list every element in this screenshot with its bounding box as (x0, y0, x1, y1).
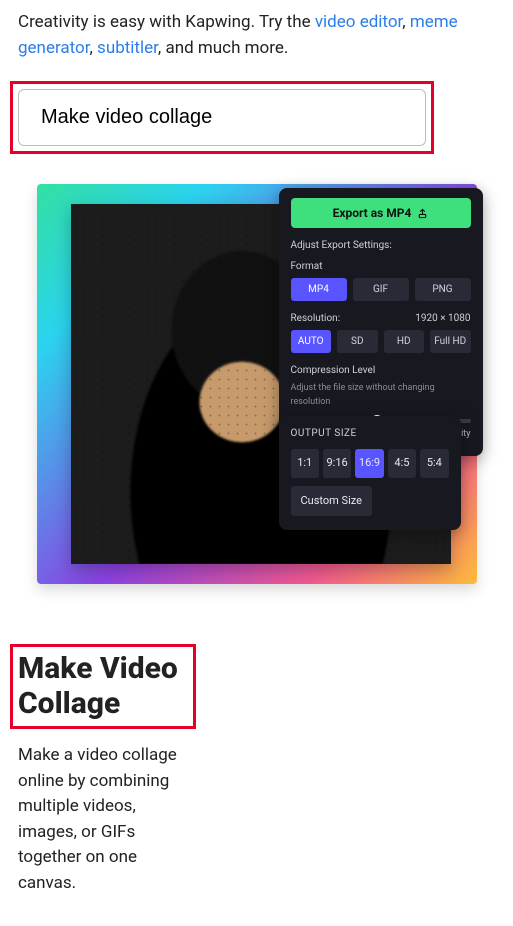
custom-size-button[interactable]: Custom Size (291, 486, 372, 517)
res-fullhd[interactable]: Full HD (430, 330, 471, 353)
export-button[interactable]: Export as MP4 (291, 198, 471, 228)
intro-text: Creativity is easy with Kapwing. Try the… (18, 10, 495, 61)
format-gif[interactable]: GIF (353, 278, 409, 301)
section-heading-highlight: Make Video Collage (10, 644, 196, 729)
section-heading: Make Video Collage (18, 652, 188, 721)
output-size-panel: OUTPUT SIZE 1:1 9:16 16:9 4:5 5:4 Custom… (279, 416, 461, 530)
ratio-5-4[interactable]: 5:4 (420, 449, 448, 478)
format-png[interactable]: PNG (415, 278, 471, 301)
make-video-collage-button[interactable]: Make video collage (18, 89, 426, 146)
format-mp4[interactable]: MP4 (291, 278, 347, 301)
export-button-label: Export as MP4 (333, 204, 412, 222)
link-video-editor[interactable]: video editor (315, 12, 402, 32)
share-icon (417, 208, 428, 219)
ratio-16-9[interactable]: 16:9 (355, 449, 383, 478)
ratio-1-1[interactable]: 1:1 (291, 449, 319, 478)
intro-prefix: Creativity is easy with Kapwing. Try the (18, 12, 315, 32)
compression-sub: Adjust the file size without changing re… (291, 382, 471, 409)
ratio-row: 1:1 9:16 16:9 4:5 5:4 (291, 449, 449, 478)
resolution-value: 1920 × 1080 (415, 311, 470, 326)
ratio-4-5[interactable]: 4:5 (388, 449, 416, 478)
cta-highlight: Make video collage (10, 81, 434, 154)
hero-illustration: Export as MP4 Adjust Export Settings: Fo… (37, 184, 477, 584)
compression-label: Compression Level (291, 363, 471, 378)
res-sd[interactable]: SD (337, 330, 378, 353)
format-label: Format (291, 259, 471, 274)
resolution-row: AUTO SD HD Full HD (291, 330, 471, 353)
settings-label: Adjust Export Settings: (291, 238, 471, 253)
link-subtitler[interactable]: subtitler (97, 38, 158, 58)
intro-suffix: , and much more. (158, 38, 288, 58)
section-description: Make a video collage online by combining… (18, 743, 188, 896)
res-auto[interactable]: AUTO (291, 330, 332, 353)
format-row: MP4 GIF PNG (291, 278, 471, 301)
ratio-9-16[interactable]: 9:16 (323, 449, 351, 478)
output-size-title: OUTPUT SIZE (291, 426, 449, 441)
resolution-label: Resolution: (291, 311, 341, 326)
res-hd[interactable]: HD (384, 330, 425, 353)
